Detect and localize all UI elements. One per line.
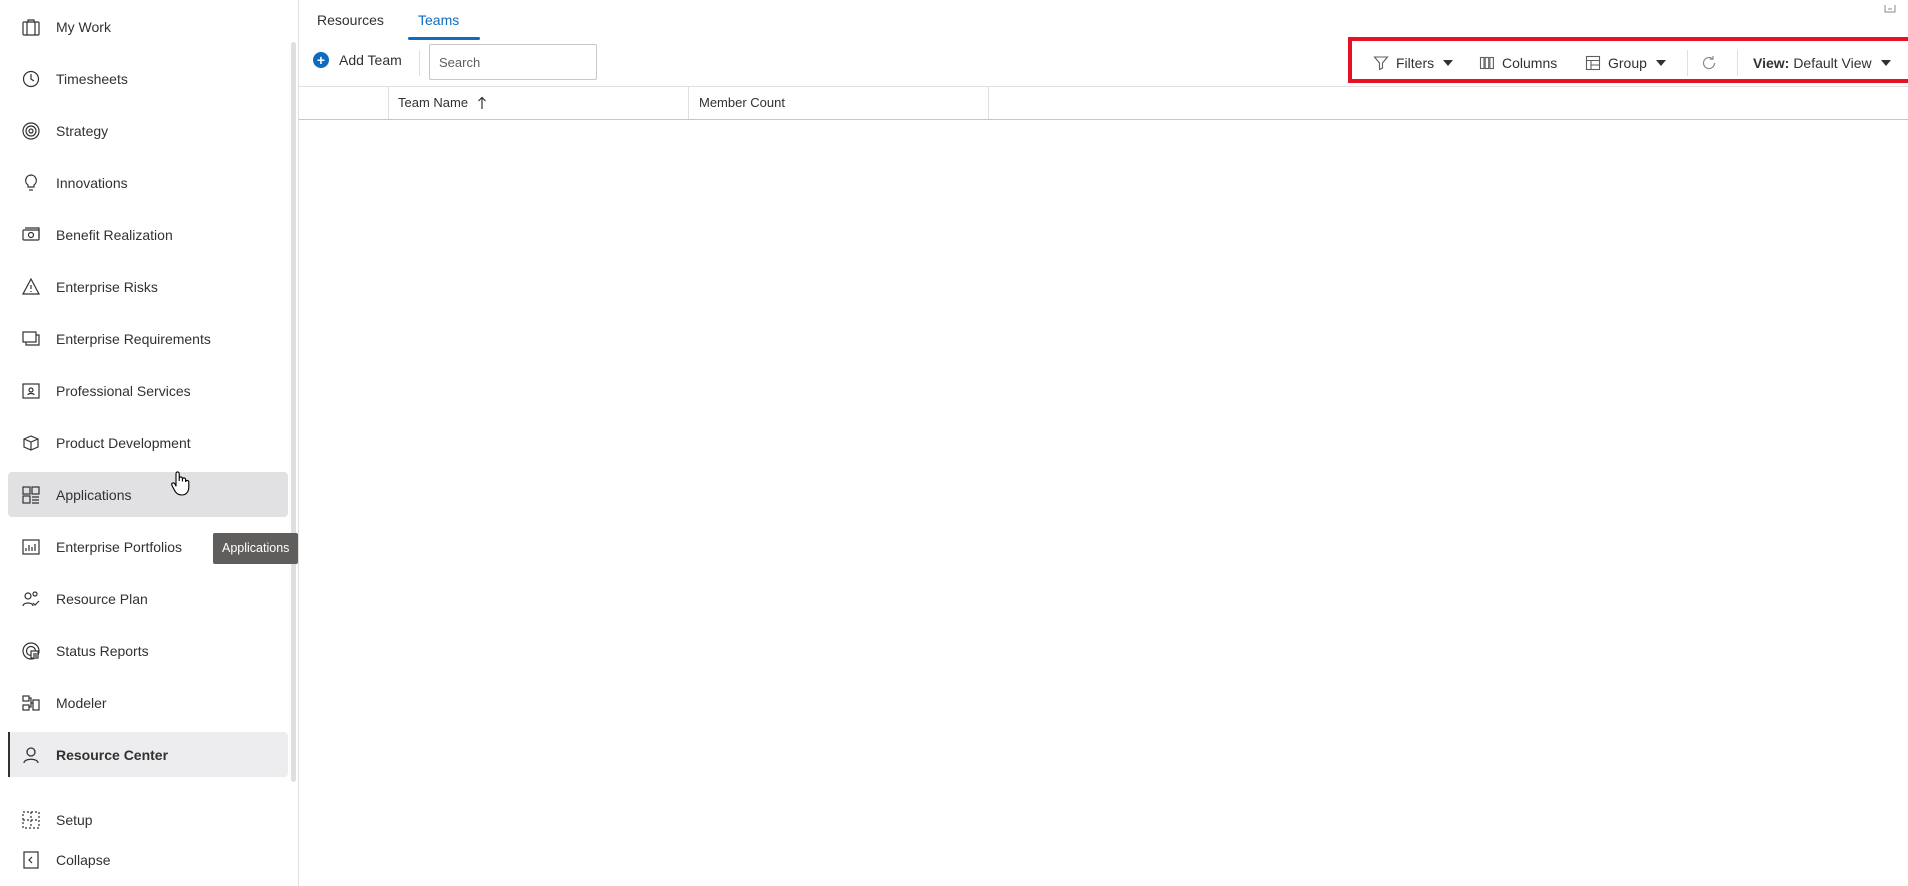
box-icon (20, 432, 42, 454)
column-divider (688, 86, 689, 119)
sidebar-item-innovations[interactable]: Innovations (8, 160, 288, 205)
sidebar-item-benefit-realization[interactable]: Benefit Realization (8, 212, 288, 257)
people-check-icon (20, 588, 42, 610)
target-icon (20, 120, 42, 142)
sidebar-item-label: Resource Plan (56, 590, 148, 607)
money-icon (20, 224, 42, 246)
briefcase-icon (20, 16, 42, 38)
view-prefix-label: View: (1753, 55, 1790, 71)
sidebar-item-professional-services[interactable]: Professional Services (8, 368, 288, 413)
sidebar-item-label: Professional Services (56, 382, 191, 399)
sidebar-item-resource-center[interactable]: Resource Center (8, 732, 288, 777)
sidebar-item-applications[interactable]: Applications (8, 472, 288, 517)
tab-resources[interactable]: Resources (317, 0, 384, 38)
toolbar-divider (1737, 50, 1738, 76)
lightbulb-icon (20, 172, 42, 194)
sidebar-item-setup[interactable]: Setup (8, 798, 288, 842)
filters-label: Filters (1396, 55, 1435, 71)
column-header-team-name[interactable]: Team Name (398, 86, 487, 119)
sidebar-item-enterprise-risks[interactable]: Enterprise Risks (8, 264, 288, 309)
sidebar-item-label: Enterprise Risks (56, 278, 158, 295)
sidebar-item-label: Timesheets (56, 70, 128, 87)
sidebar-item-label: Product Development (56, 434, 191, 451)
sidebar-item-label: Applications (56, 486, 132, 503)
sidebar-item-label: Status Reports (56, 642, 149, 659)
collapse-icon (20, 849, 42, 871)
contact-card-icon (20, 380, 42, 402)
filter-icon (1373, 55, 1389, 71)
sidebar-item-my-work[interactable]: My Work (8, 4, 288, 49)
refresh-icon (1700, 54, 1718, 72)
column-header-label: Team Name (398, 95, 469, 110)
sidebar-item-label: Enterprise Portfolios (56, 538, 183, 555)
sidebar-collapse-label: Collapse (56, 852, 111, 868)
sidebar-divider (298, 0, 299, 886)
view-selector[interactable]: View: Default View (1753, 53, 1891, 73)
refresh-button[interactable] (1700, 53, 1718, 73)
sort-ascending-icon (477, 96, 487, 110)
columns-icon (1479, 55, 1495, 71)
radar-icon (20, 640, 42, 662)
chevron-down-icon (1655, 60, 1666, 66)
plus-circle-icon: + (313, 52, 329, 68)
mouse-cursor-icon (170, 470, 192, 503)
column-header-member-count[interactable]: Member Count (699, 86, 785, 119)
group-label: Group (1608, 55, 1647, 71)
sidebar-item-label: Strategy (56, 122, 109, 139)
sidebar-scrollbar[interactable] (291, 42, 296, 782)
sidebar-item-label: Benefit Realization (56, 226, 173, 243)
grid-header-top-border (299, 86, 1908, 87)
warning-icon (20, 276, 42, 298)
setup-grid-icon (20, 809, 42, 831)
sidebar-item-label: Enterprise Requirements (56, 330, 211, 347)
group-icon (1585, 55, 1601, 71)
stacked-windows-icon (20, 328, 42, 350)
sidebar-item-label: Innovations (56, 174, 128, 191)
columns-label: Columns (1502, 55, 1558, 71)
sidebar-item-label: Resource Center (56, 746, 169, 763)
sidebar-item-timesheets[interactable]: Timesheets (8, 56, 288, 101)
apps-grid-icon (20, 484, 42, 506)
tooltip: Applications (213, 533, 299, 564)
bar-chart-icon (20, 536, 42, 558)
sidebar-item-modeler[interactable]: Modeler (8, 680, 288, 725)
diagram-icon (20, 692, 42, 714)
sidebar-item-status-reports[interactable]: Status Reports (8, 628, 288, 673)
columns-button[interactable]: Columns (1479, 53, 1557, 73)
sidebar-item-label: Modeler (56, 694, 107, 711)
add-team-button[interactable]: + Add Team (313, 52, 402, 68)
sidebar-collapse-button[interactable]: Collapse (8, 838, 288, 882)
column-divider (988, 86, 989, 119)
chevron-down-icon (1880, 60, 1891, 66)
toolbar-divider (1687, 50, 1688, 76)
grid-header-bottom-border (299, 119, 1908, 120)
add-team-label: Add Team (339, 52, 402, 68)
toolbar-separator (419, 50, 420, 76)
group-button[interactable]: Group (1585, 53, 1666, 73)
sidebar-item-product-development[interactable]: Product Development (8, 420, 288, 465)
window-corner-icon[interactable] (1884, 0, 1896, 18)
sidebar-setup-label: Setup (56, 812, 93, 828)
search-input[interactable] (429, 44, 597, 80)
sidebar-item-resource-plan[interactable]: Resource Plan (8, 576, 288, 621)
column-header-label: Member Count (699, 95, 785, 110)
tab-teams[interactable]: Teams (418, 0, 459, 38)
sidebar-item-strategy[interactable]: Strategy (8, 108, 288, 153)
sidebar-item-enterprise-requirements[interactable]: Enterprise Requirements (8, 316, 288, 361)
sidebar: My Work Timesheets Strategy Innovations … (0, 0, 298, 886)
person-icon (20, 744, 42, 766)
clock-icon (20, 68, 42, 90)
filters-button[interactable]: Filters (1373, 53, 1454, 73)
column-divider (388, 86, 389, 119)
view-value-label: Default View (1793, 55, 1872, 71)
sidebar-item-label: My Work (56, 18, 111, 35)
chevron-down-icon (1443, 60, 1454, 66)
